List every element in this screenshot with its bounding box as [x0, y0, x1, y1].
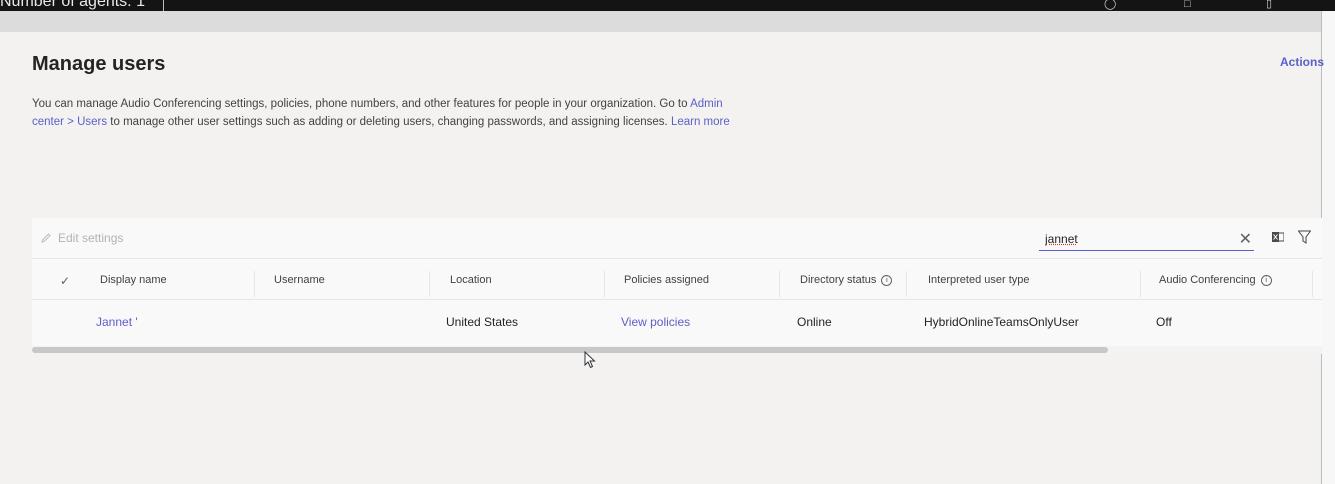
- description-text-1: You can manage Audio Conferencing settin…: [32, 98, 691, 110]
- window-icon[interactable]: □: [1184, 0, 1191, 10]
- select-all-checkmark-icon[interactable]: ✓: [60, 274, 70, 288]
- user-type-cell: HybridOnlineTeamsOnlyUser: [924, 315, 1079, 329]
- edit-settings-label: Edit settings: [58, 231, 124, 245]
- column-header-username[interactable]: Username: [274, 259, 325, 299]
- column-divider[interactable]: [779, 271, 780, 297]
- agents-count: Number of agents: 1: [0, 0, 145, 10]
- actions-button[interactable]: Actions: [1280, 55, 1324, 69]
- search-box[interactable]: ✕: [1039, 228, 1254, 251]
- column-divider[interactable]: [429, 271, 430, 297]
- mouse-cursor-icon: [584, 351, 596, 369]
- column-divider[interactable]: [1140, 271, 1141, 297]
- pencil-icon: [41, 233, 51, 243]
- description-text-2: to manage other user settings such as ad…: [107, 115, 671, 128]
- column-divider[interactable]: [1312, 271, 1313, 297]
- user-icon[interactable]: ◯: [1104, 0, 1116, 10]
- edit-settings-button[interactable]: Edit settings: [40, 231, 123, 245]
- audio-conferencing-cell: Off: [1156, 315, 1172, 329]
- view-policies-link[interactable]: View policies: [621, 300, 690, 344]
- column-header-audio-conferencing[interactable]: Audio Conferencing i: [1159, 259, 1272, 299]
- info-icon[interactable]: i: [881, 275, 893, 286]
- column-header-user-type[interactable]: Interpreted user type: [928, 259, 1030, 299]
- audio-conferencing-label: Audio Conferencing: [1159, 274, 1256, 286]
- column-header-directory-status[interactable]: Directory status i: [800, 259, 893, 299]
- table-row[interactable]: Jannet ' United States View policies Onl…: [32, 300, 1322, 344]
- top-bar-divider: [163, 0, 164, 11]
- search-input[interactable]: [1039, 231, 1227, 247]
- page-description: You can manage Audio Conferencing settin…: [32, 96, 732, 131]
- right-gutter: [1322, 11, 1335, 484]
- directory-status-label: Directory status: [800, 274, 877, 286]
- learn-more-link[interactable]: Learn more: [671, 116, 730, 128]
- users-table-panel: Edit settings ✕ ✓ Display name Username …: [32, 218, 1322, 354]
- table-toolbar: Edit settings ✕: [32, 218, 1322, 259]
- restore-icon[interactable]: ▯: [1266, 0, 1272, 10]
- location-cell: United States: [446, 315, 519, 329]
- close-icon[interactable]: ✕: [1239, 229, 1252, 249]
- table-header: ✓ Display name Username Location Policie…: [32, 259, 1322, 300]
- horizontal-scrollbar-thumb[interactable]: [32, 347, 1108, 353]
- top-bar: Number of agents: 1 ◯ □ ▯: [0, 0, 1335, 11]
- column-divider[interactable]: [254, 271, 255, 297]
- excel-icon[interactable]: [1272, 231, 1284, 243]
- column-header-display-name[interactable]: Display name: [100, 259, 167, 299]
- display-name-link[interactable]: Jannet ': [96, 300, 138, 344]
- page-title: Manage users: [32, 53, 166, 75]
- column-divider[interactable]: [906, 271, 907, 297]
- info-icon[interactable]: i: [1260, 275, 1272, 286]
- header-strip: [0, 11, 1322, 32]
- filter-icon[interactable]: [1298, 230, 1311, 244]
- directory-status-cell: Online: [797, 315, 832, 329]
- column-header-location[interactable]: Location: [450, 259, 492, 299]
- column-divider[interactable]: [604, 271, 605, 297]
- column-header-policies[interactable]: Policies assigned: [624, 259, 709, 299]
